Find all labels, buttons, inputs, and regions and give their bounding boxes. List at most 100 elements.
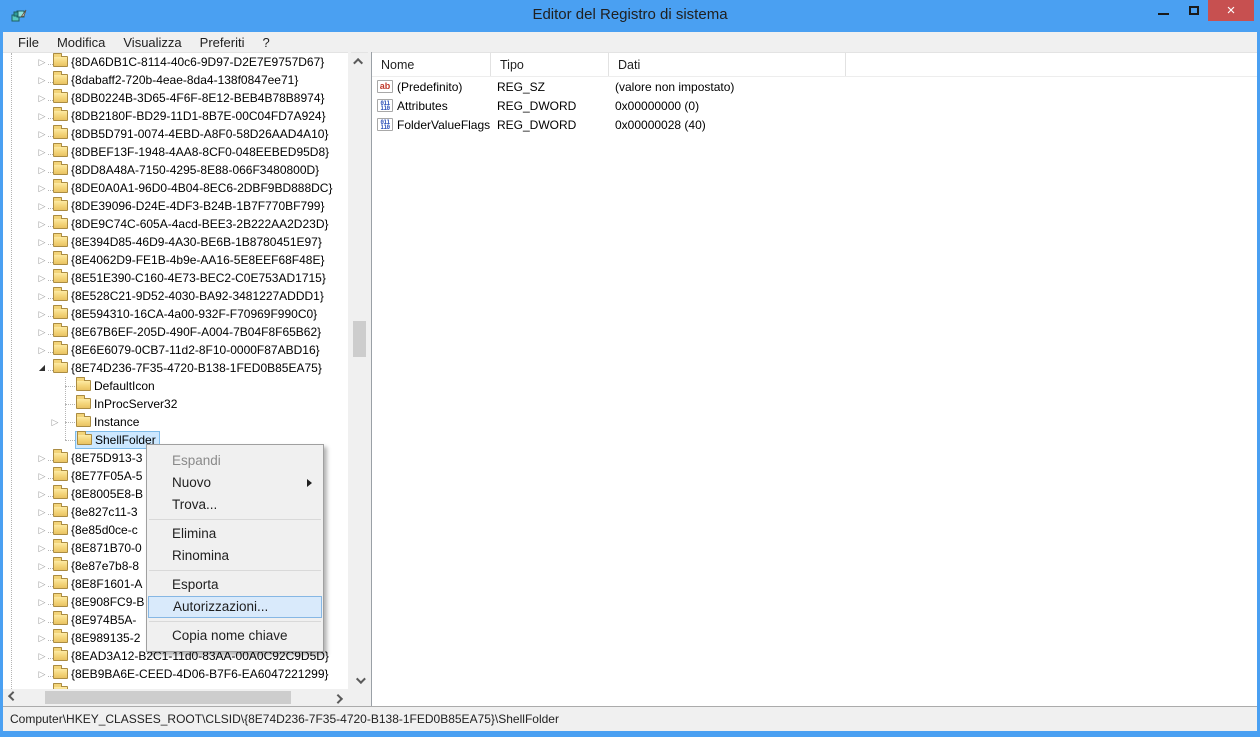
tree-item[interactable]: InProcServer32 — [3, 395, 348, 413]
tree-vertical-scrollbar[interactable] — [351, 52, 368, 689]
context-menu-item[interactable]: Nuovo — [148, 472, 322, 494]
expand-icon[interactable]: ▷ — [36, 485, 48, 503]
tree-item[interactable]: ▷ {8E594310-16CA-4a00-932F-F70969F990C0} — [3, 305, 348, 323]
expand-icon[interactable]: ▷ — [36, 107, 48, 125]
scroll-left-icon[interactable] — [3, 689, 20, 706]
column-header-type[interactable]: Tipo — [491, 53, 609, 76]
expand-icon[interactable]: ▷ — [36, 125, 48, 143]
horizontal-scroll-thumb[interactable] — [45, 691, 291, 704]
tree-item[interactable]: ▷ {8E6E6079-0CB7-11d2-8F10-0000F87ABD16} — [3, 341, 348, 359]
tree-item[interactable]: ◢ {8E74D236-7F35-4720-B138-1FED0B85EA75} — [3, 359, 348, 377]
expand-icon[interactable]: ▷ — [36, 521, 48, 539]
folder-icon — [53, 269, 68, 283]
tree-item-label: {8E6E6079-0CB7-11d2-8F10-0000F87ABD16} — [71, 343, 320, 357]
folder-icon — [53, 53, 68, 67]
folder-icon — [76, 377, 91, 391]
menubar-item-modifica[interactable]: Modifica — [48, 33, 114, 52]
folder-icon — [53, 521, 68, 535]
expand-icon[interactable]: ▷ — [36, 557, 48, 575]
expand-icon[interactable]: ▷ — [36, 305, 48, 323]
expand-icon[interactable]: ▷ — [36, 647, 48, 665]
expand-icon[interactable]: ▷ — [36, 539, 48, 557]
context-menu-item[interactable]: Esporta — [148, 574, 322, 596]
menubar-item-preferiti[interactable]: Preferiti — [191, 33, 254, 52]
tree-horizontal-scrollbar[interactable] — [3, 689, 348, 706]
expand-icon[interactable]: ▷ — [36, 593, 48, 611]
expand-icon[interactable]: ▷ — [36, 629, 48, 647]
tree-item[interactable]: ▷ {8DE39096-D24E-4DF3-B24B-1B7F770BF799} — [3, 197, 348, 215]
maximize-icon — [1189, 6, 1199, 15]
expand-icon[interactable]: ▷ — [36, 503, 48, 521]
vertical-scroll-thumb[interactable] — [353, 321, 366, 357]
menubar-item-help[interactable]: ? — [253, 33, 278, 52]
tree-item[interactable]: ▷ {8DA6DB1C-8114-40c6-9D97-D2E7E9757D67} — [3, 53, 348, 71]
expand-icon[interactable]: ▷ — [36, 215, 48, 233]
tree-connector — [65, 440, 75, 441]
expand-icon[interactable]: ▷ — [49, 413, 61, 431]
tree-item[interactable]: ▷ {8DD8A48A-7150-4295-8E88-066F3480800D} — [3, 161, 348, 179]
tree-item[interactable]: ▷ {8DE9C74C-605A-4acd-BEE3-2B222AA2D23D} — [3, 215, 348, 233]
tree-item-label: {8e87e7b8-8 — [71, 559, 140, 573]
expand-icon[interactable]: ▷ — [36, 665, 48, 683]
tree-item[interactable]: ▷ {8DB0224B-3D65-4F6F-8E12-BEB4B78B8974} — [3, 89, 348, 107]
expand-icon[interactable]: ▷ — [36, 611, 48, 629]
folder-icon — [53, 629, 68, 643]
context-menu-item[interactable]: Espandi — [148, 450, 322, 472]
menubar-item-file[interactable]: File — [9, 33, 48, 52]
expand-icon[interactable]: ▷ — [36, 449, 48, 467]
expand-icon[interactable]: ▷ — [36, 53, 48, 71]
collapse-icon[interactable]: ◢ — [36, 359, 48, 377]
scroll-right-icon[interactable] — [331, 689, 348, 706]
scroll-down-icon[interactable] — [351, 672, 368, 689]
expand-icon[interactable]: ▷ — [36, 197, 48, 215]
expand-icon[interactable]: ▷ — [36, 71, 48, 89]
tree-item[interactable]: ▷ {8E67B6EF-205D-490F-A004-7B04F8F65B62} — [3, 323, 348, 341]
tree-item[interactable]: ▷ {8E4062D9-FE1B-4b9e-AA16-5E8EEF68F48E} — [3, 251, 348, 269]
title-bar[interactable]: Editor del Registro di sistema × — [0, 0, 1260, 32]
table-row[interactable]: 011 110 FolderValueFlags REG_DWORD 0x0000002… — [372, 115, 1257, 134]
column-header-data[interactable]: Dati — [609, 53, 846, 76]
expand-icon[interactable]: ▷ — [36, 161, 48, 179]
folder-icon — [53, 647, 68, 661]
tree-item-label: {8E594310-16CA-4a00-932F-F70969F990C0} — [71, 307, 318, 321]
expand-icon[interactable]: ▷ — [36, 287, 48, 305]
tree-item[interactable]: ▷ {8E51E390-C160-4E73-BEC2-C0E753AD1715} — [3, 269, 348, 287]
tree-item[interactable]: ▷ Instance — [3, 413, 348, 431]
tree-item[interactable]: ▷ {8DE0A0A1-96D0-4B04-8EC6-2DBF9BD888DC} — [3, 179, 348, 197]
expand-icon[interactable]: ▷ — [36, 323, 48, 341]
table-row[interactable]: ab (Predefinito) REG_SZ (valore non imposta… — [372, 77, 1257, 96]
expand-icon[interactable]: ▷ — [36, 575, 48, 593]
tree-item[interactable]: ▷ {8DB2180F-BD29-11D1-8B7E-00C04FD7A924} — [3, 107, 348, 125]
tree-item[interactable]: ▷ {8DB5D791-0074-4EBD-A8F0-58D26AAD4A10} — [3, 125, 348, 143]
tree-item[interactable]: ▷ {8E528C21-9D52-4030-BA92-3481227ADDD1} — [3, 287, 348, 305]
context-menu-item[interactable]: Rinomina — [148, 545, 322, 567]
table-row[interactable]: 011 110 Attributes REG_DWORD 0x00000000 (0) — [372, 96, 1257, 115]
folder-icon — [53, 449, 68, 463]
menubar-item-visualizza[interactable]: Visualizza — [114, 33, 190, 52]
expand-icon[interactable]: ▷ — [36, 179, 48, 197]
tree-item[interactable]: ▷ {8E394D85-46D9-4A30-BE6B-1B8780451E97} — [3, 233, 348, 251]
column-header-name[interactable]: Nome — [372, 53, 491, 76]
context-menu-item[interactable]: Copia nome chiave — [148, 625, 322, 647]
minimize-button[interactable] — [1148, 0, 1178, 21]
expand-icon[interactable]: ▷ — [36, 233, 48, 251]
expand-icon[interactable]: ▷ — [36, 269, 48, 287]
expand-icon[interactable]: ▷ — [36, 89, 48, 107]
expand-icon[interactable]: ▷ — [36, 467, 48, 485]
context-menu-item[interactable]: Autorizzazioni... — [148, 596, 322, 618]
expand-icon[interactable]: ▷ — [36, 251, 48, 269]
context-menu-item[interactable]: Trova... — [148, 494, 322, 516]
tree-item[interactable]: ▷ {8dabaff2-720b-4eae-8da4-138f0847ee71} — [3, 71, 348, 89]
tree-item[interactable]: ▷ {8EB9BA6E-CEED-4D06-B7F6-EA6047221299} — [3, 665, 348, 683]
scroll-up-icon[interactable] — [351, 53, 368, 70]
close-icon: × — [1226, 2, 1236, 19]
tree-item[interactable]: DefaultIcon — [3, 377, 348, 395]
expand-icon[interactable]: ▷ — [36, 341, 48, 359]
expand-icon[interactable]: ▷ — [36, 143, 48, 161]
tree-item[interactable]: ▷ {8DBEF13F-1948-4AA8-8CF0-048EEBED95D8} — [3, 143, 348, 161]
tree-connector — [65, 422, 75, 423]
close-button[interactable]: × — [1208, 0, 1254, 21]
menu-bar: File Modifica Visualizza Preferiti? — [3, 32, 1257, 52]
maximize-button[interactable] — [1180, 0, 1208, 21]
context-menu-item[interactable]: Elimina — [148, 523, 322, 545]
